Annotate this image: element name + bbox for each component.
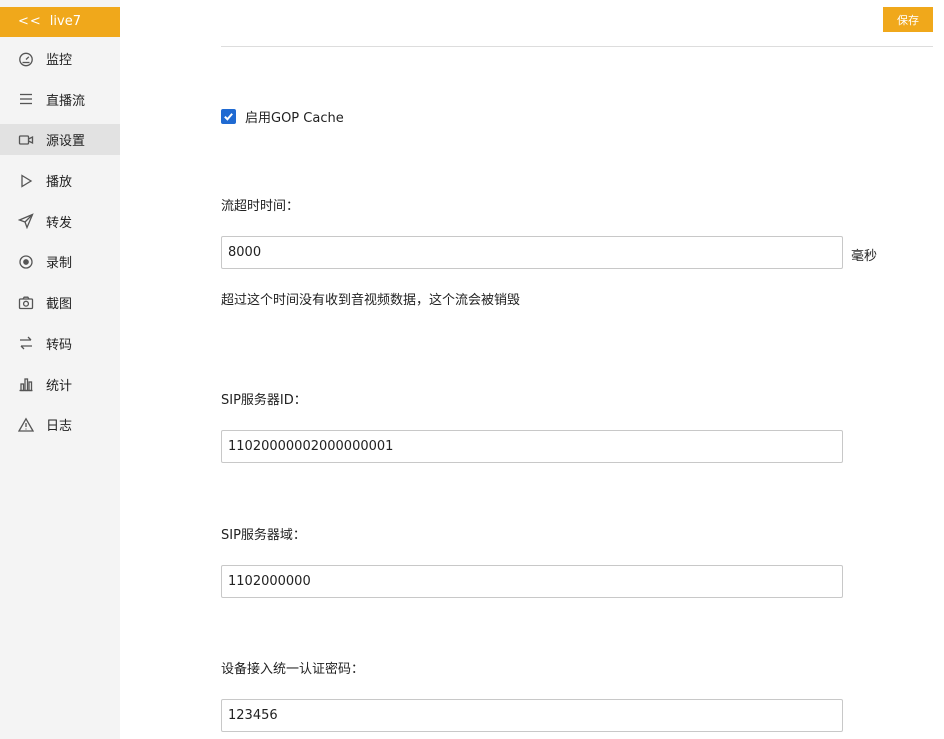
sidebar-item-label: 统计 [46, 378, 73, 394]
gop-cache-label[interactable]: 启用GOP Cache [245, 107, 344, 126]
sidebar-item-record[interactable]: 录制 [0, 246, 120, 277]
sidebar-item-statistics[interactable]: 统计 [0, 369, 120, 400]
stream-timeout-input[interactable] [221, 236, 843, 269]
save-button[interactable]: 保存 [883, 7, 933, 32]
sidebar-item-logs[interactable]: 日志 [0, 409, 120, 440]
dashboard-icon [17, 50, 35, 68]
sidebar-item-source-settings[interactable]: 源设置 [0, 124, 120, 156]
sidebar-item-streams[interactable]: 直播流 [0, 84, 120, 115]
sidebar-item-label: 转发 [46, 215, 73, 231]
sidebar: << live7 监控 直播流 源设置 播放 转发 录制 截图 转码 统计 日志 [0, 0, 120, 739]
sidebar-item-forward[interactable]: 转发 [0, 206, 120, 237]
auth-password-label: 设备接入统一认证密码： [221, 662, 365, 677]
sidebar-item-label: 录制 [46, 256, 73, 272]
sidebar-item-label: 转码 [46, 337, 73, 353]
swap-icon [17, 334, 35, 352]
sip-server-id-label: SIP服务器ID： [221, 393, 307, 408]
sidebar-item-label: 监控 [46, 53, 73, 68]
record-icon [17, 253, 35, 271]
gop-cache-option: 启用GOP Cache [221, 106, 344, 126]
stream-timeout-label: 流超时时间： [221, 199, 300, 214]
sidebar-item-monitor[interactable]: 监控 [0, 43, 120, 74]
sidebar-item-label: 源设置 [46, 134, 86, 150]
checkmark-icon [224, 112, 233, 121]
auth-password-input[interactable] [221, 699, 843, 732]
play-icon [17, 172, 35, 190]
sidebar-item-label: 日志 [46, 419, 73, 435]
app-window: << live7 监控 直播流 源设置 播放 转发 录制 截图 转码 统计 日志… [0, 0, 944, 739]
sidebar-item-play[interactable]: 播放 [0, 165, 120, 196]
sip-server-id-input[interactable] [221, 430, 843, 463]
divider [221, 46, 933, 47]
sip-server-domain-input[interactable] [221, 565, 843, 598]
warning-icon [17, 416, 35, 434]
sip-server-domain-label: SIP服务器域： [221, 528, 306, 543]
stream-timeout-unit: 毫秒 [851, 249, 878, 264]
list-icon [17, 90, 35, 108]
app-title: live7 [49, 14, 81, 29]
sidebar-item-screenshot[interactable]: 截图 [0, 287, 120, 318]
sidebar-item-label: 直播流 [46, 93, 86, 109]
bar-chart-icon [17, 375, 35, 393]
sidebar-item-label: 播放 [46, 175, 73, 191]
gop-cache-checkbox[interactable] [221, 108, 236, 124]
sidebar-item-label: 截图 [46, 297, 73, 313]
sidebar-collapse-header[interactable]: << live7 [0, 7, 120, 37]
video-camera-icon [17, 131, 35, 149]
send-icon [17, 212, 35, 230]
camera-icon [17, 294, 35, 312]
sidebar-item-transcode[interactable]: 转码 [0, 328, 120, 359]
stream-timeout-hint: 超过这个时间没有收到音视频数据，这个流会被销毁 [221, 293, 521, 308]
collapse-chevron-icon[interactable]: << [18, 14, 42, 29]
sidebar-nav: 监控 直播流 源设置 播放 转发 录制 截图 转码 统计 日志 [0, 43, 120, 450]
